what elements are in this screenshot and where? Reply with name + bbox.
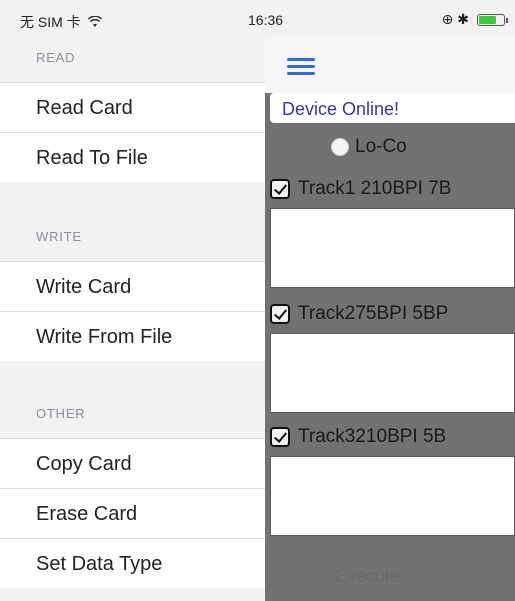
menu-item-erase-card[interactable]: Erase Card <box>0 488 265 538</box>
coercivity-radio[interactable]: Lo-Co <box>331 136 407 158</box>
checkbox-checked-icon[interactable] <box>270 179 290 199</box>
radio-label: Lo-Co <box>355 136 407 157</box>
hamburger-menu-icon[interactable] <box>287 58 315 76</box>
device-status: Device Online! <box>270 93 515 123</box>
status-bar: 无 SIM 卡 16:36 ⊕ ✱ <box>0 0 515 38</box>
main-panel: Device Online! Lo-Co Track1 210BPI 7B Tr… <box>265 38 515 601</box>
menu-item-copy-card[interactable]: Copy Card <box>0 438 265 488</box>
checkbox-checked-icon[interactable] <box>270 304 290 324</box>
menu-item-read-to-file[interactable]: Read To File <box>0 132 265 182</box>
status-bar-right: ⊕ ✱ <box>441 11 508 28</box>
track1-checkbox-row[interactable]: Track1 210BPI 7B <box>270 178 451 200</box>
track3-text-area[interactable] <box>270 456 515 536</box>
track2-checkbox-row[interactable]: Track275BPI 5BP <box>270 303 448 325</box>
track3-label: Track3210BPI 5B <box>298 426 447 447</box>
status-time: 16:36 <box>248 12 284 28</box>
carrier-label: 无 SIM 卡 <box>20 14 81 30</box>
track2-text-area[interactable] <box>270 333 515 413</box>
battery-icon <box>477 13 508 26</box>
section-header-read: READ <box>36 50 76 65</box>
menu-item-write-card[interactable]: Write Card <box>0 261 265 311</box>
checkbox-checked-icon[interactable] <box>270 427 290 447</box>
track2-label: Track275BPI 5BP <box>298 303 449 324</box>
section-header-other: OTHER <box>36 406 86 421</box>
track1-text-area[interactable] <box>270 208 515 288</box>
status-bar-left: 无 SIM 卡 <box>20 12 102 32</box>
wifi-icon <box>87 16 102 27</box>
nav-bar <box>265 38 515 93</box>
section-header-write: WRITE <box>36 229 82 244</box>
battery-fill <box>479 15 496 24</box>
side-menu: READ Read Card Read To File WRITE Write … <box>0 38 265 601</box>
menu-item-write-from-file[interactable]: Write From File <box>0 311 265 361</box>
status-indicators: ⊕ ✱ <box>441 11 469 27</box>
menu-item-read-card[interactable]: Read Card <box>0 82 265 132</box>
radio-icon[interactable] <box>331 138 349 156</box>
menu-item-set-data-type[interactable]: Set Data Type <box>0 538 265 588</box>
execute-button[interactable]: Execute <box>335 566 400 587</box>
track1-label: Track1 210BPI 7B <box>298 178 452 199</box>
track3-checkbox-row[interactable]: Track3210BPI 5B <box>270 426 446 448</box>
